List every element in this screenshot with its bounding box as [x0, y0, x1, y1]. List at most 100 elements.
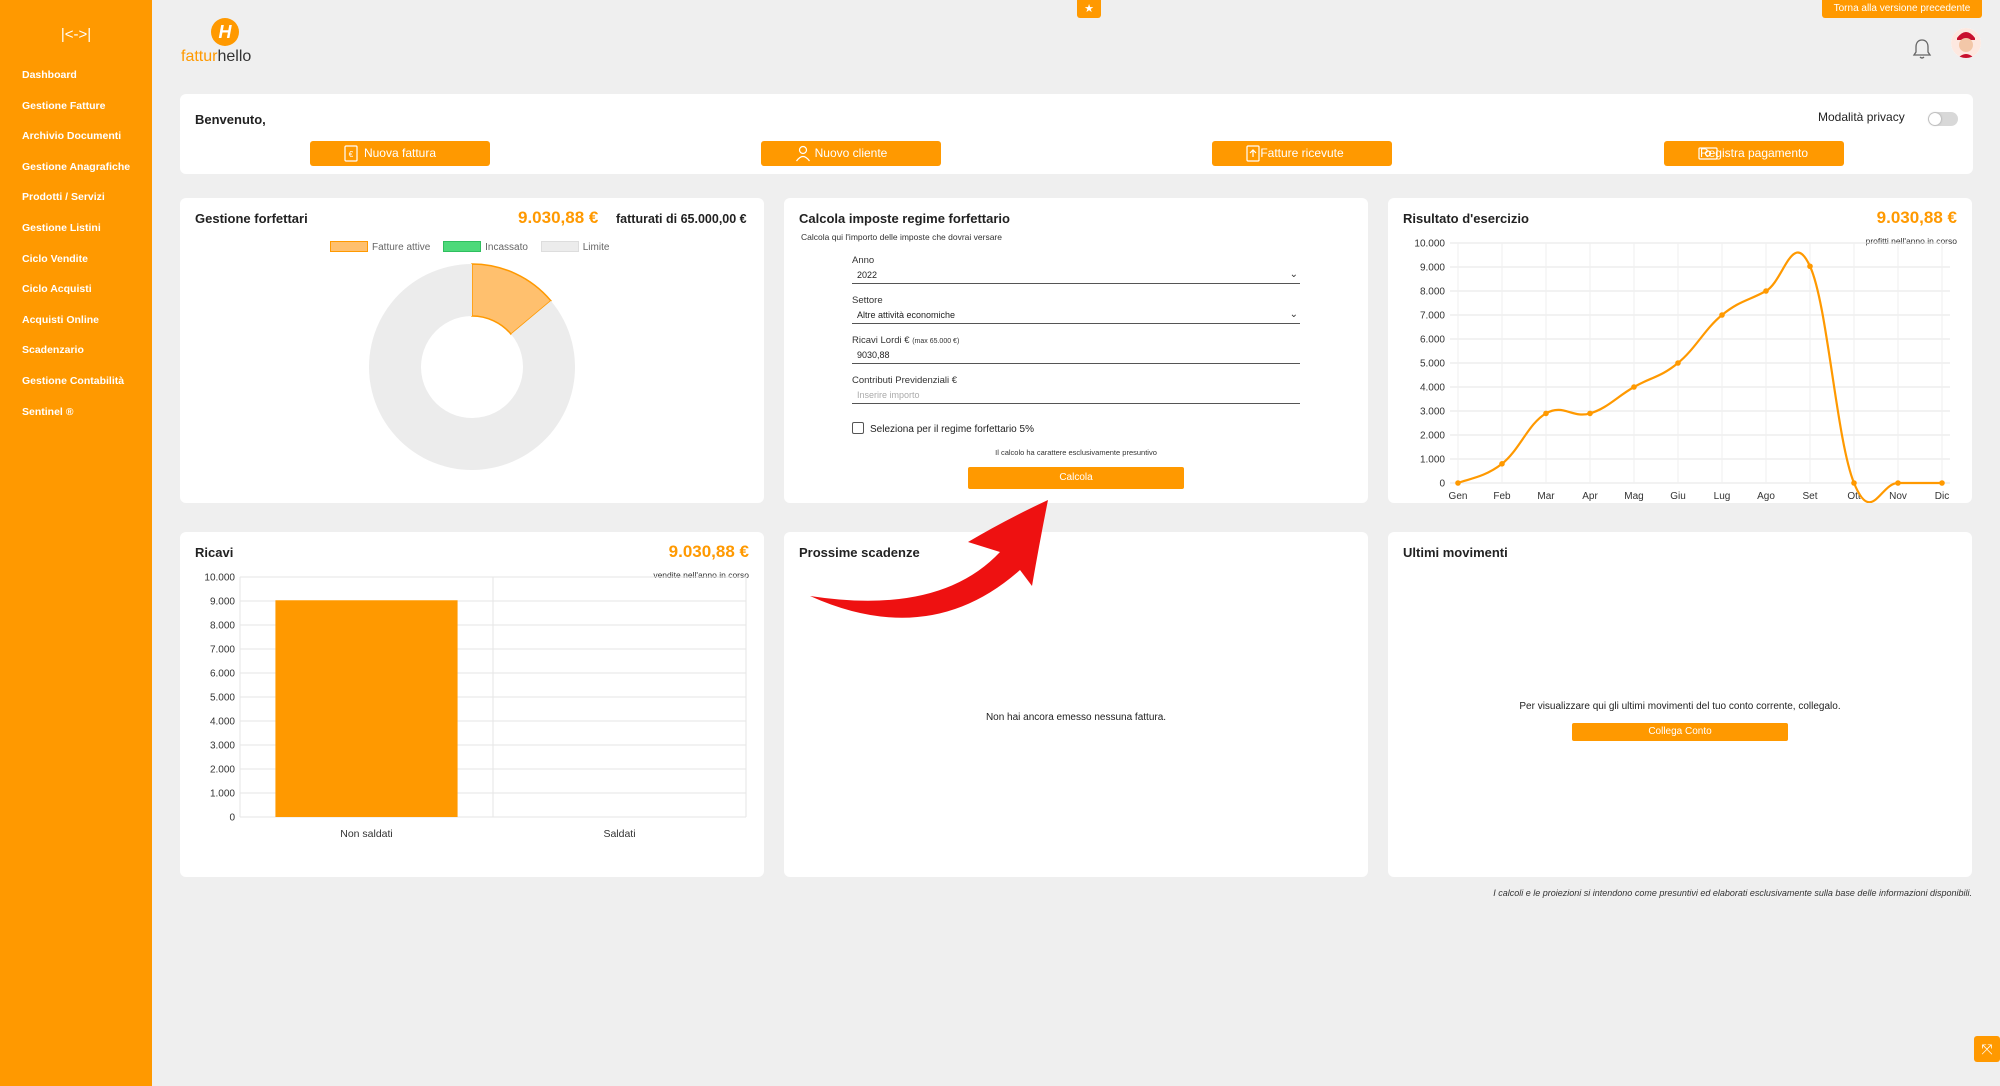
forfettari-card: Gestione forfettari 9.030,88 € fatturati…	[180, 198, 764, 503]
data-point	[1719, 312, 1725, 318]
x-tick-label: Saldati	[603, 828, 635, 840]
y-tick-label: 9.000	[1420, 263, 1445, 274]
y-tick-label: 7.000	[1420, 311, 1445, 322]
y-tick-label: 3.000	[1420, 407, 1445, 418]
sidebar-item-dashboard[interactable]: Dashboard	[22, 68, 130, 99]
sidebar-item-ciclo-acquisti[interactable]: Ciclo Acquisti	[22, 282, 130, 313]
x-tick-label: Non saldati	[340, 828, 393, 840]
calcola-note: Il calcolo ha carattere esclusivamente p…	[995, 448, 1157, 457]
privacy-mode-label: Modalità privacy	[1818, 110, 1905, 124]
calcola-button[interactable]: Calcola	[968, 467, 1184, 489]
anno-select[interactable]: 2022 ⌄	[852, 266, 1300, 284]
risultato-card: Risultato d'esercizio 9.030,88 € profitt…	[1388, 198, 1972, 503]
received-invoices-label: Fatture ricevute	[1260, 146, 1344, 160]
sidebar-item-gestione-contabilita[interactable]: Gestione Contabilità	[22, 374, 130, 405]
x-tick-label: Mar	[1537, 491, 1555, 502]
data-point	[1455, 480, 1461, 486]
avatar[interactable]	[1951, 28, 1981, 58]
y-tick-label: 3.000	[210, 741, 235, 752]
x-tick-label: Gen	[1449, 491, 1468, 502]
data-point	[1851, 480, 1857, 486]
y-tick-label: 0	[229, 813, 235, 824]
regime-5-checkbox[interactable]	[852, 422, 864, 434]
contributi-label: Contributi Previdenziali €	[852, 375, 958, 386]
logo[interactable]: H fatturhello	[181, 18, 301, 70]
new-invoice-button[interactable]: € Nuova fattura	[310, 141, 490, 166]
ricavi-lordi-input[interactable]: 9030,88	[852, 346, 1300, 364]
y-tick-label: 6.000	[1420, 335, 1445, 346]
welcome-card: Benvenuto, Modalità privacy € Nuova fatt…	[180, 94, 1973, 174]
calcola-card: Calcola imposte regime forfettario Calco…	[784, 198, 1368, 503]
bar-chart: 0 1.000 2.000 3.000 4.000 5.000 6.000 7.000 8.00…	[204, 573, 747, 840]
sidebar: |<->| Dashboard Gestione Fatture Archivi…	[0, 0, 152, 1086]
data-point	[1543, 410, 1549, 417]
new-client-button[interactable]: Nuovo cliente	[761, 141, 941, 166]
y-tick-label: 1.000	[1420, 455, 1445, 466]
y-tick-label: 2.000	[210, 765, 235, 776]
settore-select[interactable]: Altre attività economiche ⌄	[852, 306, 1300, 324]
sidebar-item-gestione-anagrafiche[interactable]: Gestione Anagrafiche	[22, 160, 130, 191]
y-tick-label: 9.000	[210, 597, 235, 608]
x-tick-label: Dic	[1935, 491, 1949, 502]
regime-5-checkbox-row[interactable]: Seleziona per il regime forfettario 5%	[852, 422, 1034, 435]
settore-label: Settore	[852, 295, 883, 306]
sidebar-nav: Dashboard Gestione Fatture Archivio Docu…	[22, 68, 130, 435]
ricavi-lordi-label: Ricavi Lordi € (max 65.000 €)	[852, 335, 959, 346]
star-icon[interactable]: ★	[1077, 0, 1101, 18]
logo-mark-icon: H	[211, 18, 239, 46]
y-tick-label: 8.000	[1420, 287, 1445, 298]
data-point	[1587, 410, 1593, 417]
movimenti-card: Ultimi movimenti Per visualizzare qui gl…	[1388, 532, 1972, 877]
y-tick-label: 5.000	[210, 693, 235, 704]
y-tick-label: 6.000	[210, 669, 235, 680]
logo-text-prefix: fattur	[181, 48, 218, 65]
scadenze-empty-message: Non hai ancora emesso nessuna fattura.	[985, 712, 1167, 723]
data-point	[1939, 480, 1945, 486]
sidebar-item-acquisti-online[interactable]: Acquisti Online	[22, 313, 130, 344]
expand-icon[interactable]: ⤧	[1974, 1036, 2000, 1062]
donut-chart	[369, 263, 575, 470]
x-tick-label: Apr	[1582, 491, 1598, 502]
footer-disclaimer: I calcoli e le proiezioni si intendono c…	[1493, 888, 1972, 898]
anno-value: 2022	[857, 270, 878, 280]
welcome-title: Benvenuto,	[195, 112, 266, 127]
data-point	[1895, 480, 1901, 486]
back-to-previous-version-button[interactable]: Torna alla versione precedente	[1822, 0, 1982, 18]
x-tick-label: Nov	[1889, 491, 1907, 502]
sidebar-item-ciclo-vendite[interactable]: Ciclo Vendite	[22, 252, 130, 283]
annotation-arrow	[810, 500, 1048, 618]
new-invoice-label: Nuova fattura	[363, 146, 437, 160]
sidebar-item-archivio-documenti[interactable]: Archivio Documenti	[22, 129, 130, 160]
y-tick-label: 8.000	[210, 621, 235, 632]
toggle-knob	[1929, 113, 1941, 125]
data-point	[1499, 461, 1505, 467]
x-tick-label: Feb	[1493, 491, 1511, 502]
ricavi-lordi-hint: (max 65.000 €)	[912, 338, 960, 345]
collega-conto-button[interactable]: Collega Conto	[1572, 723, 1788, 741]
line-chart: 0 1.000 2.000 3.000 4.000 5.000 6.000 7.000 8.00…	[1414, 239, 1950, 503]
sidebar-item-sentinel[interactable]: Sentinel ®	[22, 405, 130, 436]
data-point	[1807, 263, 1813, 270]
contributi-input[interactable]: Inserire importo	[852, 386, 1300, 404]
x-tick-label: Mag	[1624, 491, 1643, 502]
register-payment-button[interactable]: Registra pagamento	[1664, 141, 1844, 166]
x-tick-label: Set	[1802, 491, 1817, 502]
x-tick-label: Lug	[1714, 491, 1731, 502]
logo-text-suffix: hello	[217, 48, 252, 65]
ricavi-card: Ricavi 9.030,88 € vendite nell'anno in c…	[180, 532, 764, 877]
sidebar-item-gestione-listini[interactable]: Gestione Listini	[22, 221, 130, 252]
chevron-down-icon: ⌄	[1289, 269, 1298, 280]
sidebar-item-prodotti-servizi[interactable]: Prodotti / Servizi	[22, 190, 130, 221]
bell-icon[interactable]	[1912, 38, 1932, 60]
privacy-mode-toggle[interactable]	[1928, 112, 1958, 126]
ricavi-lordi-label-text: Ricavi Lordi €	[852, 335, 910, 346]
sidebar-item-gestione-fatture[interactable]: Gestione Fatture	[22, 99, 130, 130]
y-tick-label: 4.000	[210, 717, 235, 728]
y-tick-label: 2.000	[1420, 431, 1445, 442]
sidebar-item-scadenzario[interactable]: Scadenzario	[22, 343, 130, 374]
x-tick-label: Giu	[1670, 491, 1686, 502]
collapse-sidebar-button[interactable]: |<->|	[60, 24, 92, 46]
y-tick-label: 5.000	[1420, 359, 1445, 370]
movimenti-message: Per visualizzare qui gli ultimi moviment…	[1519, 701, 1841, 712]
received-invoices-button[interactable]: Fatture ricevute	[1212, 141, 1392, 166]
